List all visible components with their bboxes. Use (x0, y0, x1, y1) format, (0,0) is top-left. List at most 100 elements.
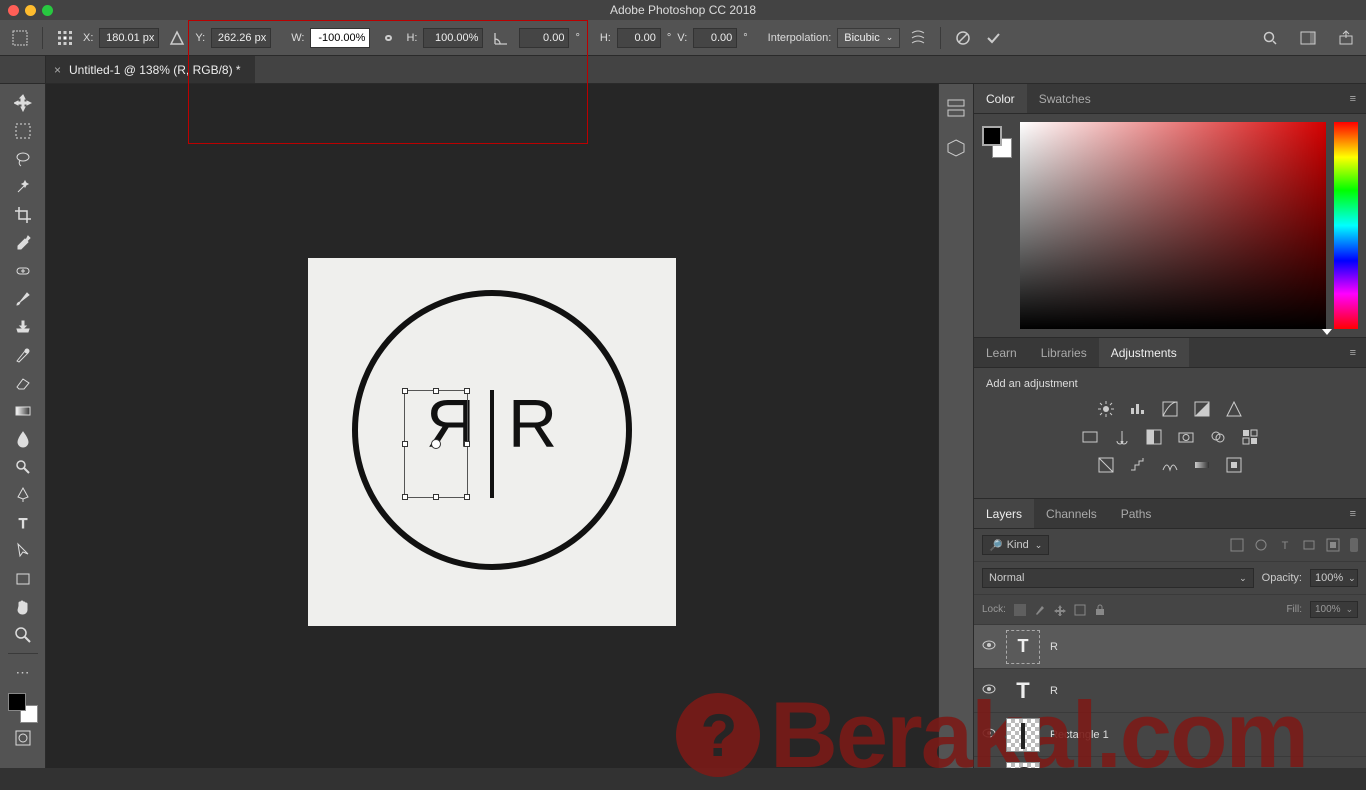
color-spectrum[interactable] (1020, 122, 1326, 329)
type-tool[interactable]: T (8, 510, 38, 536)
window-zoom-icon[interactable] (42, 5, 53, 16)
close-tab-icon[interactable]: × (54, 63, 61, 77)
tab-swatches[interactable]: Swatches (1027, 84, 1103, 113)
lock-paint-icon[interactable] (1034, 604, 1046, 616)
brightness-icon[interactable] (1095, 400, 1117, 418)
reference-point-icon[interactable] (53, 26, 77, 50)
filter-pixel-icon[interactable] (1230, 538, 1244, 552)
history-panel-icon[interactable] (946, 98, 966, 118)
lock-all-icon[interactable] (1094, 604, 1106, 616)
history-brush-tool[interactable] (8, 342, 38, 368)
skew-h-field[interactable] (617, 28, 661, 48)
delta-icon[interactable] (165, 26, 189, 50)
filter-adjust-icon[interactable] (1254, 538, 1268, 552)
tab-adjustments[interactable]: Adjustments (1099, 338, 1189, 367)
bw-icon[interactable] (1143, 428, 1165, 446)
move-tool[interactable] (8, 90, 38, 116)
panel-menu-icon[interactable]: ≡ (1340, 93, 1366, 105)
interpolation-select[interactable]: Bicubic⌄ (837, 28, 900, 48)
tab-layers[interactable]: Layers (974, 499, 1034, 528)
fg-bg-swatch[interactable] (982, 122, 1012, 329)
tab-libraries[interactable]: Libraries (1029, 338, 1099, 367)
lock-transparent-icon[interactable] (1014, 604, 1026, 616)
crop-tool[interactable] (8, 202, 38, 228)
pen-tool[interactable] (8, 482, 38, 508)
search-icon[interactable] (1258, 26, 1282, 50)
clone-stamp-tool[interactable] (8, 314, 38, 340)
brush-tool[interactable] (8, 286, 38, 312)
skewh-label: H: (600, 32, 611, 44)
layer-row[interactable]: T R (974, 625, 1366, 669)
canvas[interactable]: R R ?Berakal.com (46, 84, 938, 768)
hue-sat-icon[interactable] (1079, 428, 1101, 446)
adjustments-title: Add an adjustment (986, 378, 1354, 390)
lock-nest-icon[interactable] (1074, 604, 1086, 616)
filter-smart-icon[interactable] (1326, 538, 1340, 552)
commit-transform-icon[interactable] (981, 26, 1005, 50)
healing-brush-tool[interactable] (8, 258, 38, 284)
eyedropper-tool[interactable] (8, 230, 38, 256)
magic-wand-tool[interactable] (8, 174, 38, 200)
filter-toggle[interactable] (1350, 538, 1358, 552)
levels-icon[interactable] (1127, 400, 1149, 418)
vibrance-icon[interactable] (1223, 400, 1245, 418)
transform-icon[interactable] (8, 26, 32, 50)
filter-type-icon[interactable]: T (1278, 538, 1292, 552)
invert-icon[interactable] (1095, 456, 1117, 474)
properties-panel-icon[interactable] (946, 138, 966, 158)
path-selection-tool[interactable] (8, 538, 38, 564)
skew-v-field[interactable] (693, 28, 737, 48)
gradient-map-icon[interactable] (1191, 456, 1213, 474)
warp-icon[interactable] (906, 26, 930, 50)
gradient-tool[interactable] (8, 398, 38, 424)
tab-color[interactable]: Color (974, 84, 1027, 113)
visibility-toggle[interactable] (982, 638, 996, 655)
layer-filter-kind[interactable]: 🔎Kind⌄ (982, 535, 1049, 555)
quickmask-tool[interactable] (8, 725, 38, 751)
panel-menu-icon[interactable]: ≡ (1340, 347, 1366, 359)
window-close-icon[interactable] (8, 5, 19, 16)
edit-toolbar-icon[interactable]: ⋯ (8, 659, 38, 685)
svg-text:T: T (1282, 540, 1289, 552)
opacity-label: Opacity: (1262, 572, 1302, 584)
zoom-tool[interactable] (8, 622, 38, 648)
dodge-tool[interactable] (8, 454, 38, 480)
tab-channels[interactable]: Channels (1034, 499, 1109, 528)
color-swatch-tool[interactable] (8, 693, 38, 723)
layer-thumbnail: T (1006, 674, 1040, 708)
opacity-field[interactable]: 100%⌄ (1310, 569, 1358, 587)
filter-shape-icon[interactable] (1302, 538, 1316, 552)
share-icon[interactable] (1334, 26, 1358, 50)
photo-filter-icon[interactable] (1175, 428, 1197, 446)
exposure-icon[interactable] (1191, 400, 1213, 418)
blend-mode-select[interactable]: Normal⌄ (982, 568, 1254, 588)
rectangle-tool[interactable] (8, 566, 38, 592)
panel-menu-icon[interactable]: ≡ (1340, 508, 1366, 520)
selective-color-icon[interactable] (1223, 456, 1245, 474)
cancel-transform-icon[interactable] (951, 26, 975, 50)
app-title: Adobe Photoshop CC 2018 (610, 3, 756, 17)
threshold-icon[interactable] (1159, 456, 1181, 474)
tab-paths[interactable]: Paths (1109, 499, 1164, 528)
color-lookup-icon[interactable] (1239, 428, 1261, 446)
marquee-tool[interactable] (8, 118, 38, 144)
layer-name[interactable]: R (1050, 641, 1058, 653)
lock-position-icon[interactable] (1054, 604, 1066, 616)
hand-tool[interactable] (8, 594, 38, 620)
lasso-tool[interactable] (8, 146, 38, 172)
curves-icon[interactable] (1159, 400, 1181, 418)
window-minimize-icon[interactable] (25, 5, 36, 16)
posterize-icon[interactable] (1127, 456, 1149, 474)
hue-bar[interactable] (1334, 122, 1358, 329)
rectangle-shape (490, 390, 494, 498)
tab-learn[interactable]: Learn (974, 338, 1029, 367)
blur-tool[interactable] (8, 426, 38, 452)
workspace-icon[interactable] (1296, 26, 1320, 50)
fill-field[interactable]: 100%⌄ (1310, 601, 1358, 618)
channel-mixer-icon[interactable] (1207, 428, 1229, 446)
x-field[interactable] (99, 28, 159, 48)
transform-bounds[interactable] (404, 390, 468, 498)
color-balance-icon[interactable] (1111, 428, 1133, 446)
eraser-tool[interactable] (8, 370, 38, 396)
x-label: X: (83, 32, 93, 44)
